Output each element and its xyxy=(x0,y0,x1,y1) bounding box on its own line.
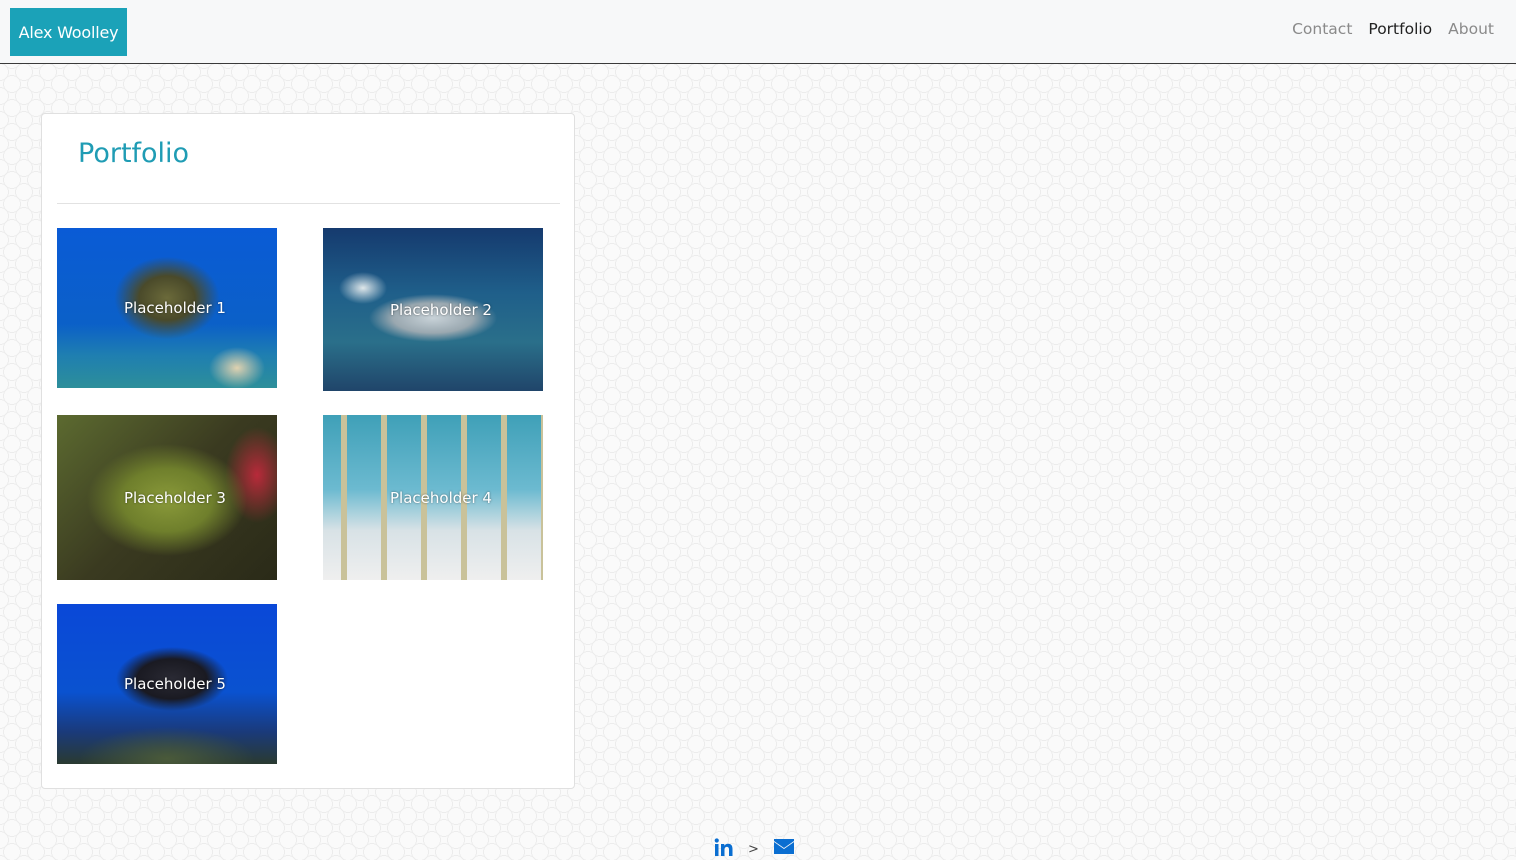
thumbnail-caption: Placeholder 5 xyxy=(124,675,226,693)
thumbnail-caption: Placeholder 4 xyxy=(390,488,492,507)
navbar: Alex Woolley Contact Portfolio About xyxy=(0,0,1516,64)
brand-link[interactable]: Alex Woolley xyxy=(10,8,127,56)
thumbnail-caption: Placeholder 1 xyxy=(124,299,226,317)
footer-separator: > xyxy=(748,841,759,857)
nav-about-link[interactable]: About xyxy=(1448,20,1494,38)
portfolio-thumbnail-5[interactable]: Placeholder 5 xyxy=(57,604,277,764)
portfolio-card: Portfolio Placeholder 1 Placeholder 2 Pl… xyxy=(41,113,575,789)
linkedin-icon[interactable] xyxy=(714,838,734,860)
portfolio-thumbnail-4[interactable]: Placeholder 4 xyxy=(323,415,543,580)
nav-contact-link[interactable]: Contact xyxy=(1292,20,1352,38)
envelope-icon[interactable] xyxy=(773,838,795,860)
thumbnail-caption: Placeholder 3 xyxy=(124,488,226,507)
nav-menu: Contact Portfolio About xyxy=(1292,20,1494,38)
portfolio-thumbnail-1[interactable]: Placeholder 1 xyxy=(57,228,277,388)
footer-social: > xyxy=(714,838,795,860)
portfolio-thumbnail-2[interactable]: Placeholder 2 xyxy=(323,228,543,391)
page-title: Portfolio xyxy=(78,138,190,169)
thumbnail-caption: Placeholder 2 xyxy=(390,300,492,319)
nav-portfolio-link[interactable]: Portfolio xyxy=(1368,20,1432,38)
portfolio-thumbnail-3[interactable]: Placeholder 3 xyxy=(57,415,277,580)
title-divider xyxy=(57,203,560,204)
